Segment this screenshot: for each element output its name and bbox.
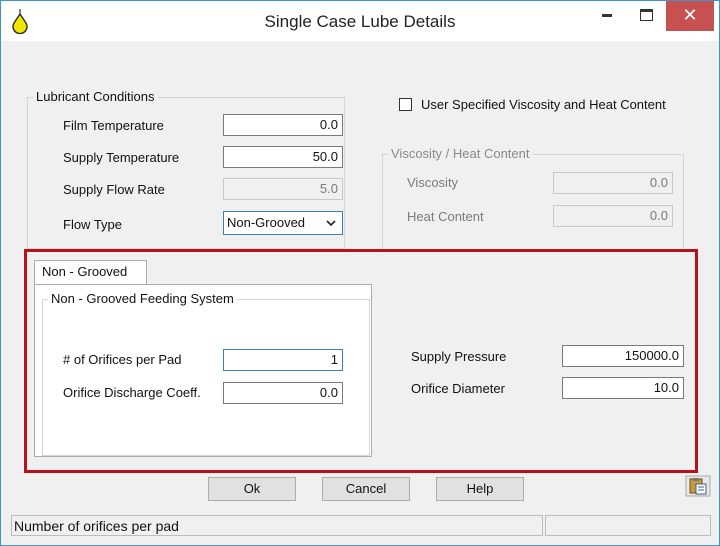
supply-flow-rate-label: Supply Flow Rate — [63, 182, 165, 197]
viscosity-field: 0.0 — [553, 172, 673, 194]
heat-content-field: 0.0 — [553, 205, 673, 227]
user-specified-viscosity-checkbox[interactable] — [399, 98, 412, 111]
highlight-frame — [24, 249, 698, 473]
heat-content-label: Heat Content — [407, 209, 484, 224]
help-button[interactable]: Help — [436, 477, 524, 501]
close-icon: ✕ — [682, 5, 698, 26]
supply-temperature-label: Supply Temperature — [63, 150, 180, 165]
title-bar[interactable]: Single Case Lube Details ✕ — [1, 1, 719, 41]
maximize-button[interactable] — [628, 1, 664, 31]
flow-type-select[interactable]: Non-Grooved — [223, 211, 343, 235]
chevron-down-icon — [326, 220, 336, 227]
film-temperature-field[interactable]: 0.0 — [223, 114, 343, 136]
status-secondary-pane — [545, 515, 711, 536]
viscosity-heat-content-group: Viscosity / Heat Content — [382, 146, 684, 251]
lubricant-conditions-title: Lubricant Conditions — [33, 89, 158, 104]
film-temperature-label: Film Temperature — [63, 118, 164, 133]
ok-button[interactable]: Ok — [208, 477, 296, 501]
flow-type-value: Non-Grooved — [227, 215, 306, 230]
supply-flow-rate-field: 5.0 — [223, 178, 343, 200]
supply-temperature-field[interactable]: 50.0 — [223, 146, 343, 168]
viscosity-label: Viscosity — [407, 175, 459, 190]
clipboard-paste-icon[interactable] — [685, 475, 711, 497]
user-specified-viscosity-label[interactable]: User Specified Viscosity and Heat Conten… — [421, 97, 666, 112]
flow-type-label: Flow Type — [63, 217, 123, 232]
viscosity-heat-content-title: Viscosity / Heat Content — [388, 146, 533, 161]
status-bar: Number of orifices per pad — [9, 513, 711, 537]
dialog-window: Single Case Lube Details ✕ Lubricant Con… — [0, 0, 720, 546]
status-message: Number of orifices per pad — [11, 515, 543, 536]
minimize-button[interactable] — [589, 1, 625, 31]
dialog-body: Lubricant Conditions Film Temperature 0.… — [9, 41, 711, 537]
cancel-button[interactable]: Cancel — [322, 477, 410, 501]
close-button[interactable]: ✕ — [666, 1, 714, 31]
